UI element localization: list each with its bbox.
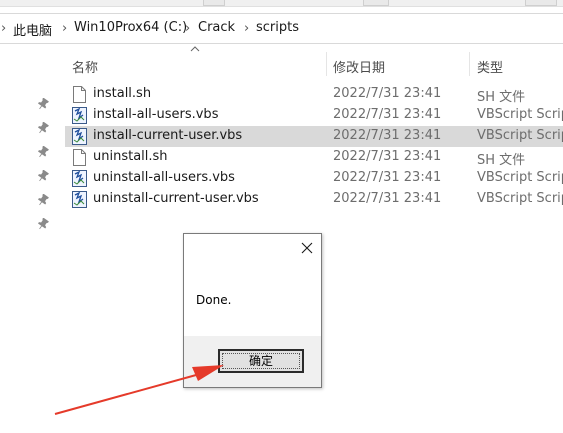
address-bar[interactable]: › 此电脑 › Win10Prox64 (C:) › Crack › scrip… bbox=[0, 13, 563, 44]
file-name: install.sh bbox=[93, 86, 152, 101]
column-header-date-modified[interactable]: 修改日期 bbox=[333, 57, 385, 81]
file-type: VBScript Script bbox=[477, 107, 563, 122]
pin-icon[interactable] bbox=[37, 170, 49, 182]
breadcrumb-item-this-pc[interactable]: 此电脑 bbox=[13, 20, 52, 39]
pin-icon[interactable] bbox=[37, 218, 49, 230]
file-date: 2022/7/31 23:41 bbox=[333, 149, 442, 164]
file-row[interactable]: install.sh 2022/7/31 23:41 SH 文件 bbox=[65, 84, 563, 105]
sh-file-icon bbox=[73, 149, 86, 166]
file-name: install-current-user.vbs bbox=[93, 128, 243, 143]
ok-button-label: 确定 bbox=[248, 354, 273, 368]
pin-icon[interactable] bbox=[37, 194, 49, 206]
column-divider[interactable] bbox=[326, 52, 327, 76]
vbs-file-icon bbox=[72, 128, 87, 145]
vbs-file-icon bbox=[72, 107, 87, 124]
ribbon-tab-edge bbox=[203, 0, 225, 6]
ribbon-tab-edge bbox=[525, 0, 557, 6]
file-date: 2022/7/31 23:41 bbox=[333, 128, 442, 143]
vbs-file-icon bbox=[72, 170, 87, 187]
pin-icon[interactable] bbox=[37, 146, 49, 158]
ribbon-edge bbox=[0, 0, 563, 7]
file-name: uninstall.sh bbox=[93, 149, 168, 164]
chevron-right-icon[interactable]: › bbox=[62, 21, 67, 36]
chevron-right-icon[interactable]: › bbox=[1, 21, 6, 36]
file-row[interactable]: uninstall-current-user.vbs 2022/7/31 23:… bbox=[65, 189, 563, 210]
file-type: VBScript Script bbox=[477, 170, 563, 185]
column-divider[interactable] bbox=[469, 52, 470, 76]
pin-icon[interactable] bbox=[37, 122, 49, 134]
file-type: VBScript Script bbox=[477, 128, 563, 143]
chevron-right-icon[interactable]: › bbox=[244, 21, 249, 36]
file-row[interactable]: install-all-users.vbs 2022/7/31 23:41 VB… bbox=[65, 105, 563, 126]
file-name: install-all-users.vbs bbox=[93, 107, 219, 122]
breadcrumb-item-scripts[interactable]: scripts bbox=[256, 20, 299, 35]
ok-button[interactable]: 确定 bbox=[218, 349, 304, 373]
navigation-pane bbox=[0, 44, 56, 433]
file-date: 2022/7/31 23:41 bbox=[333, 86, 442, 101]
close-icon[interactable] bbox=[300, 241, 314, 255]
file-date: 2022/7/31 23:41 bbox=[333, 170, 442, 185]
file-type: VBScript Script bbox=[477, 191, 563, 206]
file-name: uninstall-all-users.vbs bbox=[93, 170, 235, 185]
file-type: SH 文件 bbox=[477, 90, 526, 105]
file-date: 2022/7/31 23:41 bbox=[333, 191, 442, 206]
sort-ascending-icon bbox=[190, 46, 200, 52]
file-name: uninstall-current-user.vbs bbox=[93, 191, 259, 206]
file-row[interactable]: uninstall.sh 2022/7/31 23:41 SH 文件 bbox=[65, 147, 563, 168]
pin-icon[interactable] bbox=[37, 98, 49, 110]
chevron-right-icon[interactable]: › bbox=[185, 21, 190, 36]
dialog-message: Done. bbox=[196, 293, 232, 307]
file-type: SH 文件 bbox=[477, 153, 526, 168]
breadcrumb-item-crack[interactable]: Crack bbox=[198, 20, 235, 35]
sh-file-icon bbox=[73, 86, 86, 103]
vbs-file-icon bbox=[72, 191, 87, 208]
file-date: 2022/7/31 23:41 bbox=[333, 107, 442, 122]
breadcrumb-item-drive[interactable]: Win10Prox64 (C:) bbox=[74, 20, 187, 35]
column-header-name[interactable]: 名称 bbox=[72, 57, 98, 81]
file-row-selected[interactable]: install-current-user.vbs 2022/7/31 23:41… bbox=[65, 126, 563, 147]
column-header-type[interactable]: 类型 bbox=[477, 57, 503, 81]
file-row[interactable]: uninstall-all-users.vbs 2022/7/31 23:41 … bbox=[65, 168, 563, 189]
message-dialog: Done. 确定 bbox=[183, 233, 322, 388]
ribbon-tab-edge bbox=[363, 0, 389, 6]
